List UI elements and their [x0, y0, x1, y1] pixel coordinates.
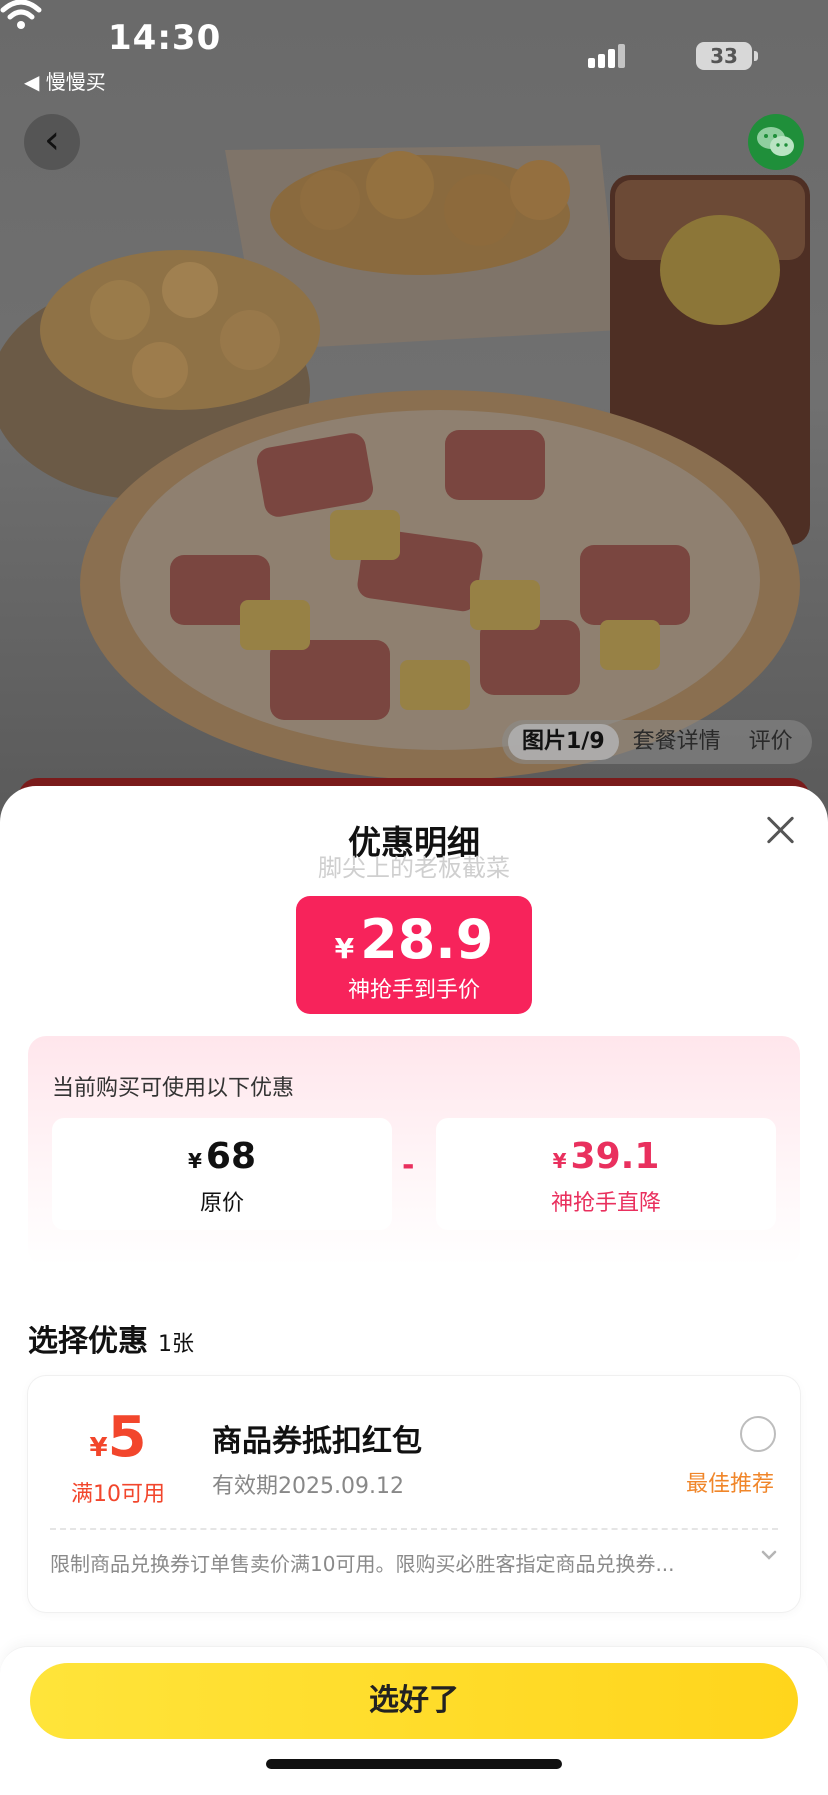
- coupon-amount-value: 5: [107, 1405, 147, 1470]
- original-price-value: 68: [205, 1136, 257, 1177]
- battery-icon: 33: [696, 42, 758, 70]
- coupon-expiry: 有效期2025.09.12: [212, 1474, 404, 1499]
- coupon-terms: 限制商品兑换券订单售卖价满10可用。限购买必胜客指定商品兑换券...: [50, 1552, 675, 1576]
- wechat-share-button[interactable]: [748, 114, 804, 170]
- select-discount-title: 选择优惠: [28, 1324, 148, 1359]
- back-button[interactable]: ‹: [24, 114, 80, 170]
- chevron-left-icon: ‹: [44, 117, 60, 163]
- coupon-name: 商品券抵扣红包: [212, 1424, 422, 1459]
- wifi-icon: [0, 0, 42, 29]
- coupon-amount: ¥5: [28, 1410, 208, 1466]
- discount-value: 39.1: [570, 1136, 660, 1177]
- status-time: 14:30: [108, 18, 222, 58]
- close-icon[interactable]: [760, 810, 800, 850]
- wechat-icon: [757, 127, 794, 156]
- discount-label: 神抢手直降: [550, 1191, 661, 1216]
- currency-symbol: ¥: [552, 1149, 567, 1173]
- final-price-value: 28.9: [360, 908, 494, 971]
- chevron-down-icon[interactable]: [758, 1544, 780, 1566]
- confirm-button[interactable]: 选好了: [30, 1663, 798, 1739]
- coupon-card[interactable]: ¥5 满10可用 商品券抵扣红包 有效期2025.09.12 最佳推荐 限制商品…: [28, 1376, 800, 1612]
- tab-reviews[interactable]: 评价: [735, 724, 807, 760]
- price-breakdown-card: 当前购买可使用以下优惠 ¥68 原价 - ¥39.1 神抢手直降: [28, 1036, 800, 1266]
- tab-images[interactable]: 图片1/9: [508, 724, 619, 760]
- coupon-condition: 满10可用: [71, 1482, 165, 1507]
- final-price-label: 神抢手到手价: [347, 978, 480, 1003]
- final-price-badge: ¥ 28.9 神抢手到手价: [296, 896, 532, 1026]
- discount-box: ¥39.1 神抢手直降: [436, 1118, 776, 1230]
- product-image[interactable]: 14:30 ◀ 慢慢买 33 ‹ 图片1/9 套餐详情 评价: [0, 0, 828, 800]
- back-to-app-link[interactable]: ◀ 慢慢买: [24, 66, 106, 95]
- original-price-box: ¥68 原价: [52, 1118, 392, 1230]
- discount-detail-sheet: 优惠明细 ¥ 28.9 神抢手到手价 当前购买可使用以下优惠 ¥68 原价 - …: [0, 786, 828, 1795]
- coupon-count: 1张: [158, 1332, 194, 1357]
- best-recommend-tag: 最佳推荐: [686, 1472, 775, 1497]
- coupon-select-radio[interactable]: [740, 1416, 776, 1452]
- original-price-label: 原价: [199, 1191, 244, 1216]
- currency-symbol: ¥: [89, 1433, 108, 1463]
- bottom-action-bar: 选好了: [0, 1646, 828, 1795]
- cellular-signal-icon: [588, 42, 628, 68]
- tab-package-details[interactable]: 套餐详情: [619, 724, 735, 760]
- home-indicator: [266, 1759, 562, 1769]
- currency-symbol: ¥: [187, 1149, 202, 1173]
- underlying-product-title: 脚尖上的老板截菜: [318, 854, 510, 882]
- gallery-tabs: 图片1/9 套餐详情 评价: [502, 720, 812, 764]
- status-bar: 14:30 ◀ 慢慢买 33: [0, 0, 828, 96]
- divider: [50, 1528, 778, 1530]
- food-illustration: [0, 145, 810, 780]
- currency-symbol: ¥: [334, 932, 355, 965]
- minus-operator: -: [402, 1148, 415, 1183]
- breakdown-label: 当前购买可使用以下优惠: [52, 1076, 295, 1101]
